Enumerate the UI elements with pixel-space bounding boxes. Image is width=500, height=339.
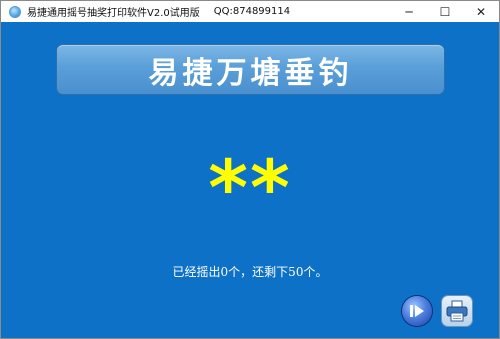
maximize-button[interactable]: ☐ — [427, 1, 463, 22]
window-title: 易捷通用摇号抽奖打印软件V2.0试用版 — [27, 8, 200, 19]
app-window: 易捷通用摇号抽奖打印软件V2.0试用版 QQ:874899114 ─ ☐ ✕ 易… — [0, 0, 500, 339]
draw-result: ** — [208, 143, 292, 232]
minimize-button[interactable]: ─ — [391, 1, 427, 22]
qq-contact: QQ:874899114 — [213, 6, 291, 17]
title-banner: 易捷万塘垂钓 — [57, 45, 444, 94]
window-controls: ─ ☐ ✕ — [391, 1, 499, 22]
close-icon: ✕ — [475, 4, 487, 19]
maximize-icon: ☐ — [439, 4, 451, 19]
app-icon — [9, 5, 21, 18]
play-icon — [410, 305, 424, 317]
close-button[interactable]: ✕ — [463, 1, 499, 22]
banner-title: 易捷万塘垂钓 — [148, 55, 353, 91]
title-bar: 易捷通用摇号抽奖打印软件V2.0试用版 QQ:874899114 ─ ☐ ✕ — [1, 1, 499, 22]
print-button[interactable] — [442, 296, 472, 326]
draw-status: 已经摇出0个，还剩下50个。 — [172, 265, 328, 279]
start-draw-button[interactable] — [402, 296, 432, 326]
printer-icon — [446, 300, 468, 322]
minimize-icon: ─ — [405, 4, 413, 19]
